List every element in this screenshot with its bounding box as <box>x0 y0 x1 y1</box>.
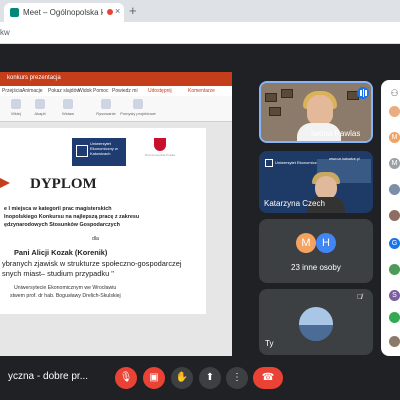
ppt-menu-item[interactable]: Pomoc <box>93 88 109 94</box>
diploma-topic: snych miast– studium przypadku " <box>2 269 114 278</box>
polish-eagle-emblem: Rzeczpospolita Polska <box>145 136 175 158</box>
panel-avatar[interactable] <box>389 336 400 347</box>
browser-tab-strip: Meet – Ogólnopolska konfe × + <box>0 0 400 22</box>
participant-name: Katarzyna Czech <box>264 199 325 208</box>
picture-frame <box>265 93 277 102</box>
ppt-document-title: konkurs prezentacja <box>7 75 61 81</box>
panel-avatar[interactable]: S <box>389 290 400 301</box>
end-call-button[interactable]: ☎ <box>253 367 283 389</box>
ribbon-designer-button[interactable]: Pomysły projektowe <box>118 98 158 120</box>
panel-avatar[interactable] <box>389 210 400 221</box>
university-url: www.ue.katowice.pl <box>329 157 360 161</box>
ribbon-paragraph-button[interactable]: Akapit <box>26 98 54 120</box>
panel-avatar[interactable] <box>389 184 400 195</box>
ppt-menu-item[interactable]: Powiedz mi <box>112 88 138 94</box>
diploma-line: ędzynarodowych Stosunków Gospodarczych <box>4 222 120 228</box>
recording-dot-icon <box>107 9 113 15</box>
new-tab-button[interactable]: + <box>129 3 137 18</box>
meet-favicon-icon <box>10 8 19 17</box>
ppt-ribbon: Wklej Akapit Wstaw Rysowanie Pomysły pro… <box>0 96 232 122</box>
panel-avatar[interactable] <box>389 264 400 275</box>
speaking-indicator-icon <box>357 87 369 99</box>
avatar: H <box>316 233 336 253</box>
other-participants-tile[interactable]: M H 23 inne osoby <box>259 219 373 283</box>
participant-tile-katarzyna[interactable]: Uniwersytet Ekonomiczny w Katowicach www… <box>259 151 373 213</box>
camera-toggle-button[interactable]: ▣ <box>143 367 165 389</box>
address-text: kw <box>0 28 10 37</box>
ppt-menu-item[interactable]: Pokaz slajdów <box>48 88 80 94</box>
diploma-dla: dla <box>92 236 99 242</box>
diploma-line: e I miejsca w kategorii prac magisterski… <box>4 206 112 212</box>
participant-video <box>307 95 333 125</box>
more-options-button[interactable]: ⋮ <box>226 367 248 389</box>
ppt-menu-item[interactable]: Przejścia <box>2 88 22 94</box>
panel-avatar[interactable]: M <box>389 132 400 143</box>
eagle-icon <box>154 138 166 151</box>
paragraph-icon <box>35 99 45 109</box>
diploma-university: Uniwersytecie Ekonomicznym we Wrocławiu <box>14 285 117 291</box>
ribbon-insert-button[interactable]: Wstaw <box>54 98 82 120</box>
ppt-menu-bar: Przejścia Animacje Pokaz slajdów Widok P… <box>0 86 232 96</box>
avatar: M <box>296 233 316 253</box>
close-tab-icon[interactable]: × <box>115 6 120 16</box>
insert-icon <box>63 99 73 109</box>
picture-frame <box>281 89 293 98</box>
designer-icon <box>133 99 143 109</box>
meet-control-bar: yczna - dobre pr... 🎙 ▣ ✋ ⬆ ⋮ ☎ <box>0 356 400 400</box>
ppt-menu-item[interactable]: Animacje <box>22 88 43 94</box>
diploma-promoter: stwem prof. dr hab. Bogusławy Drelich-Sk… <box>10 293 121 299</box>
panel-avatar[interactable]: G <box>389 238 400 249</box>
others-count: 23 inne osoby <box>291 263 341 272</box>
diploma-topic: ybranych zjawisk w strukturze społeczno-… <box>2 259 182 268</box>
address-bar[interactable]: kw <box>0 22 400 44</box>
people-panel: ⚇ M M G S <box>381 80 400 356</box>
self-name: Ty <box>265 339 274 348</box>
self-avatar <box>299 307 333 341</box>
university-logo-icon <box>76 145 88 157</box>
tab-title: Meet – Ogólnopolska konfe <box>23 8 103 17</box>
participant-tile-iwona[interactable]: Iwona Pawlas <box>259 81 373 143</box>
shared-screen-powerpoint: konkurs prezentacja Przejścia Animacje P… <box>0 72 232 362</box>
present-screen-button[interactable]: ⬆ <box>199 367 221 389</box>
participant-name: Iwona Pawlas <box>311 129 361 138</box>
red-bookmark-decoration <box>0 178 10 188</box>
mic-toggle-button[interactable]: 🎙 <box>115 367 137 389</box>
people-icon[interactable]: ⚇ <box>389 88 400 99</box>
panel-avatar[interactable] <box>389 106 400 117</box>
paste-icon <box>11 99 21 109</box>
panel-avatar[interactable]: M <box>389 158 400 169</box>
ppt-share-button[interactable]: Udostępnij <box>148 88 172 94</box>
ppt-titlebar: konkurs prezentacja <box>0 72 232 86</box>
mic-off-icon: 🎙̸ <box>357 294 363 301</box>
university-logo: Uniwersytet Ekonomiczny w Katowicach <box>72 138 126 166</box>
diploma-heading: DYPLOM <box>30 176 97 192</box>
ppt-comments-button[interactable]: Komentarze <box>188 88 215 94</box>
diploma-line: lnopolskiego Konkursu na najlepszą pracę… <box>4 214 140 220</box>
university-logo-icon <box>265 159 273 167</box>
diploma-recipient: Pani Alicji Kozak (Korenik) <box>14 248 108 257</box>
ppt-menu-item[interactable]: Widok <box>78 88 92 94</box>
slide-diploma: Uniwersytet Ekonomiczny w Katowicach Rze… <box>0 128 206 314</box>
draw-icon <box>101 99 111 109</box>
meeting-title: yczna - dobre pr... <box>8 371 89 382</box>
self-tile[interactable]: 🎙̸ Ty <box>259 289 373 355</box>
ribbon-draw-button[interactable]: Rysowanie <box>92 98 120 120</box>
browser-tab-meet[interactable]: Meet – Ogólnopolska konfe × <box>4 3 124 22</box>
panel-avatar[interactable] <box>389 312 400 323</box>
raise-hand-button[interactable]: ✋ <box>171 367 193 389</box>
picture-frame <box>269 107 281 116</box>
